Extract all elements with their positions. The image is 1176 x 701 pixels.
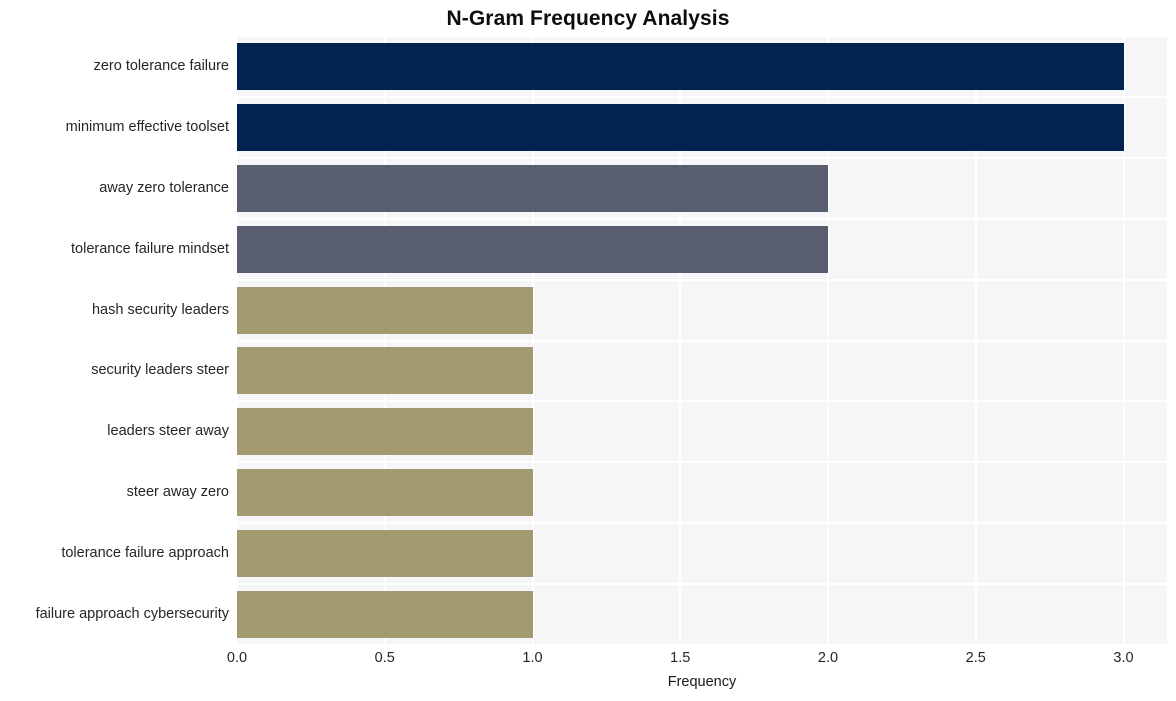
gridline-horizontal (237, 522, 1167, 525)
gridline-horizontal (237, 156, 1167, 159)
bar[interactable] (237, 530, 533, 578)
bar[interactable] (237, 42, 1124, 90)
x-axis-tick-label: 1.0 (522, 650, 543, 666)
y-axis-tick-label: zero tolerance failure (93, 57, 229, 74)
bar[interactable] (237, 164, 828, 212)
gridline-horizontal (237, 461, 1167, 464)
bar[interactable] (237, 103, 1124, 151)
bar[interactable] (237, 469, 533, 517)
y-axis-tick-label: security leaders steer (91, 362, 229, 379)
gridline-horizontal (237, 278, 1167, 281)
gridline-horizontal (237, 583, 1167, 586)
y-axis-tick-label: tolerance failure approach (61, 545, 229, 562)
gridline-horizontal (237, 36, 1167, 37)
x-axis-title: Frequency (667, 674, 737, 690)
ngram-frequency-bar-chart: N-Gram Frequency Analysis zero tolerance… (0, 0, 1176, 701)
x-axis-tick-label: 2.5 (965, 650, 986, 666)
x-axis-tick-label: 2.0 (817, 650, 839, 666)
x-axis-tick-label: 1.5 (670, 650, 691, 666)
y-axis-tick-labels: zero tolerance failure minimum effective … (0, 36, 229, 645)
bar[interactable] (237, 225, 828, 273)
x-axis-tick-labels: 0.0 0.5 1.0 1.5 2.0 2.5 3.0 (227, 650, 1167, 672)
gridline-horizontal (237, 644, 1167, 645)
chart-title: N-Gram Frequency Analysis (446, 7, 730, 30)
x-axis-tick-label: 3.0 (1113, 650, 1134, 666)
plot-area (237, 36, 1167, 645)
y-axis-tick-label: failure approach cybersecurity (35, 606, 229, 623)
y-axis-tick-label: leaders steer away (107, 423, 229, 440)
y-axis-tick-label: minimum effective toolset (65, 118, 229, 135)
gridline-horizontal (237, 217, 1167, 220)
y-axis-tick-label: hash security leaders (91, 301, 229, 318)
gridline-horizontal (237, 400, 1167, 403)
bar[interactable] (237, 408, 533, 456)
bar[interactable] (237, 347, 533, 395)
y-axis-tick-label: steer away zero (126, 484, 229, 501)
x-axis-tick-label: 0.5 (374, 650, 395, 666)
y-axis-tick-label: tolerance failure mindset (71, 240, 229, 257)
bar[interactable] (237, 286, 533, 334)
x-axis-tick-label: 0.0 (226, 650, 248, 666)
y-axis-tick-label: away zero tolerance (99, 179, 229, 196)
gridline-horizontal (237, 95, 1167, 98)
bar[interactable] (237, 591, 533, 639)
gridline-horizontal (237, 339, 1167, 342)
